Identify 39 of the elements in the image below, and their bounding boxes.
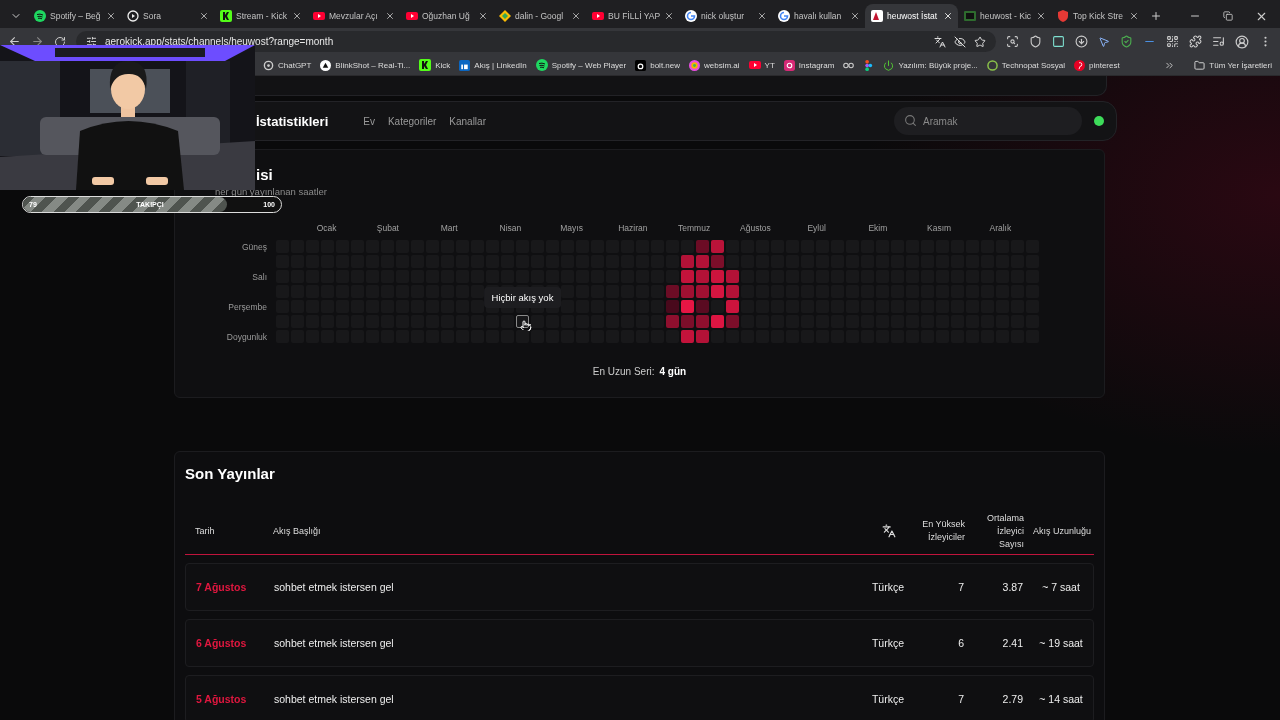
date-cell-text: 5 Ağustos [195, 692, 248, 706]
month-label: Mayıs [559, 222, 584, 234]
month-label: Ağustos [739, 222, 772, 234]
streak-text: En Uzun Seri: 4 gün [591, 366, 688, 377]
month-label: Mart [439, 222, 459, 234]
table-cell-text: Türkçe [870, 580, 906, 594]
day-label: Perşembe [228, 301, 267, 312]
month-label: Aralık [988, 222, 1013, 234]
table-cell-text: sohbet etmek istersen gel [274, 636, 395, 650]
day-label: Güneş [241, 241, 267, 252]
date-cell-text: 7 Ağustos [195, 580, 248, 594]
month-label: Nisan [498, 222, 523, 234]
table-cell-text: 3.87 [1001, 580, 1024, 594]
card-title: Son Yayınlar [185, 464, 276, 484]
table-cell-text: sohbet etmek istersen gel [274, 692, 395, 706]
table-cell-text: 2.79 [1001, 692, 1024, 706]
table-cell-text: 7 [957, 580, 965, 594]
table-cell-text: Türkçe [870, 692, 906, 706]
table-cell-text: ~ 19 saat [1038, 636, 1084, 650]
month-label: Kasım [926, 222, 953, 234]
date-cell-text: 6 Ağustos [195, 636, 248, 650]
day-label: Salı [252, 271, 267, 282]
page-title: İstatistikleri [256, 113, 329, 129]
tooltip: Hiçbir akış yok [483, 287, 562, 308]
table-cell-text: ~ 7 saat [1041, 580, 1081, 594]
table-cell-text: 2.41 [1001, 636, 1024, 650]
table-cell-text: 7 [957, 692, 965, 706]
card-title: isi [255, 165, 274, 185]
table-cell-text: sohbet etmek istersen gel [274, 580, 395, 594]
day-label: Doygunluk [226, 331, 267, 342]
month-label: Temmuz [677, 222, 712, 234]
month-label: Ocak [315, 222, 338, 234]
month-label: Eylül [806, 222, 827, 234]
month-label: Şubat [375, 222, 400, 234]
table-cell-text: ~ 14 saat [1038, 692, 1084, 706]
month-label: Ekim [867, 222, 889, 234]
table-cell-text: 6 [957, 636, 965, 650]
month-label: Haziran [617, 222, 649, 234]
table-cell-text: Türkçe [870, 636, 906, 650]
